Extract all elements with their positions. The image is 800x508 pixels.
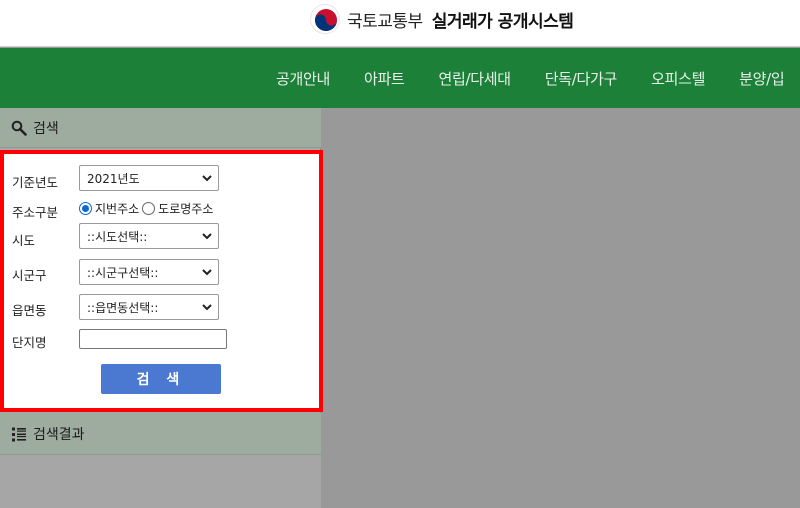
site-header: 국토교통부 실거래가 공개시스템: [0, 0, 800, 47]
nav-item-officetel[interactable]: 오피스텔: [651, 68, 705, 89]
road-address-radio[interactable]: [142, 202, 156, 215]
results-panel-title: 검색결과: [33, 426, 85, 443]
eupmyeondong-select-value: ::읍면동선택::: [87, 300, 159, 315]
sigungu-select[interactable]: ::시군구선택::: [79, 259, 219, 285]
ministry-name: 국토교통부: [347, 11, 423, 32]
chevron-down-icon: [202, 175, 212, 182]
year-select[interactable]: 2021년도: [79, 165, 219, 191]
sido-label: 시도: [12, 233, 36, 248]
chevron-down-icon: [202, 233, 212, 240]
magnifier-icon: [11, 120, 27, 136]
system-name: 실거래가 공개시스템: [431, 11, 574, 32]
results-list: [0, 455, 321, 508]
complex-name-input[interactable]: [79, 329, 227, 349]
chevron-down-icon: [202, 269, 212, 276]
sido-select-value: ::시도선택::: [87, 229, 148, 244]
chevron-down-icon: [202, 304, 212, 311]
sigungu-select-value: ::시군구선택::: [87, 265, 159, 280]
search-panel-header: 검색: [0, 108, 321, 148]
site-logo[interactable]: 국토교통부 실거래가 공개시스템: [310, 4, 574, 34]
results-panel-header: 검색결과: [0, 413, 321, 455]
year-label: 기준년도: [12, 175, 59, 190]
nav-item-apartment[interactable]: 아파트: [364, 68, 405, 89]
year-select-value: 2021년도: [87, 171, 140, 186]
search-button[interactable]: 검 색: [101, 364, 221, 394]
search-form: 기준년도 2021년도 주소구분 지번주소 도로명주소 시도 ::시도선택:: …: [0, 150, 323, 412]
complex-name-label: 단지명: [12, 335, 47, 350]
list-icon: [12, 427, 26, 441]
nav-item-disclosure-guide[interactable]: 공개안내: [276, 68, 330, 89]
taeguk-emblem-icon: [310, 4, 340, 34]
search-panel-title: 검색: [33, 120, 59, 137]
nav-item-detached-house[interactable]: 단독/다가구: [545, 68, 618, 89]
address-type-radio-group: 지번주소 도로명주소: [79, 200, 216, 217]
eupmyeondong-label: 읍면동: [12, 303, 47, 318]
sigungu-label: 시군구: [12, 268, 47, 283]
lot-address-label[interactable]: 지번주소: [95, 200, 139, 217]
road-address-label[interactable]: 도로명주소: [158, 200, 213, 217]
eupmyeondong-select[interactable]: ::읍면동선택::: [79, 294, 219, 320]
main-nav: 공개안내 아파트 연립/다세대 단독/다가구 오피스텔 분양/입: [0, 48, 800, 108]
lot-address-radio[interactable]: [79, 202, 92, 215]
left-panel: 검색 기준년도 2021년도 주소구분 지번주소 도로명주소 시도 ::시도선택…: [0, 108, 323, 508]
nav-item-presale[interactable]: 분양/입: [739, 68, 785, 89]
sido-select[interactable]: ::시도선택::: [79, 223, 219, 249]
address-type-label: 주소구분: [12, 205, 59, 220]
nav-item-row-house[interactable]: 연립/다세대: [439, 68, 512, 89]
